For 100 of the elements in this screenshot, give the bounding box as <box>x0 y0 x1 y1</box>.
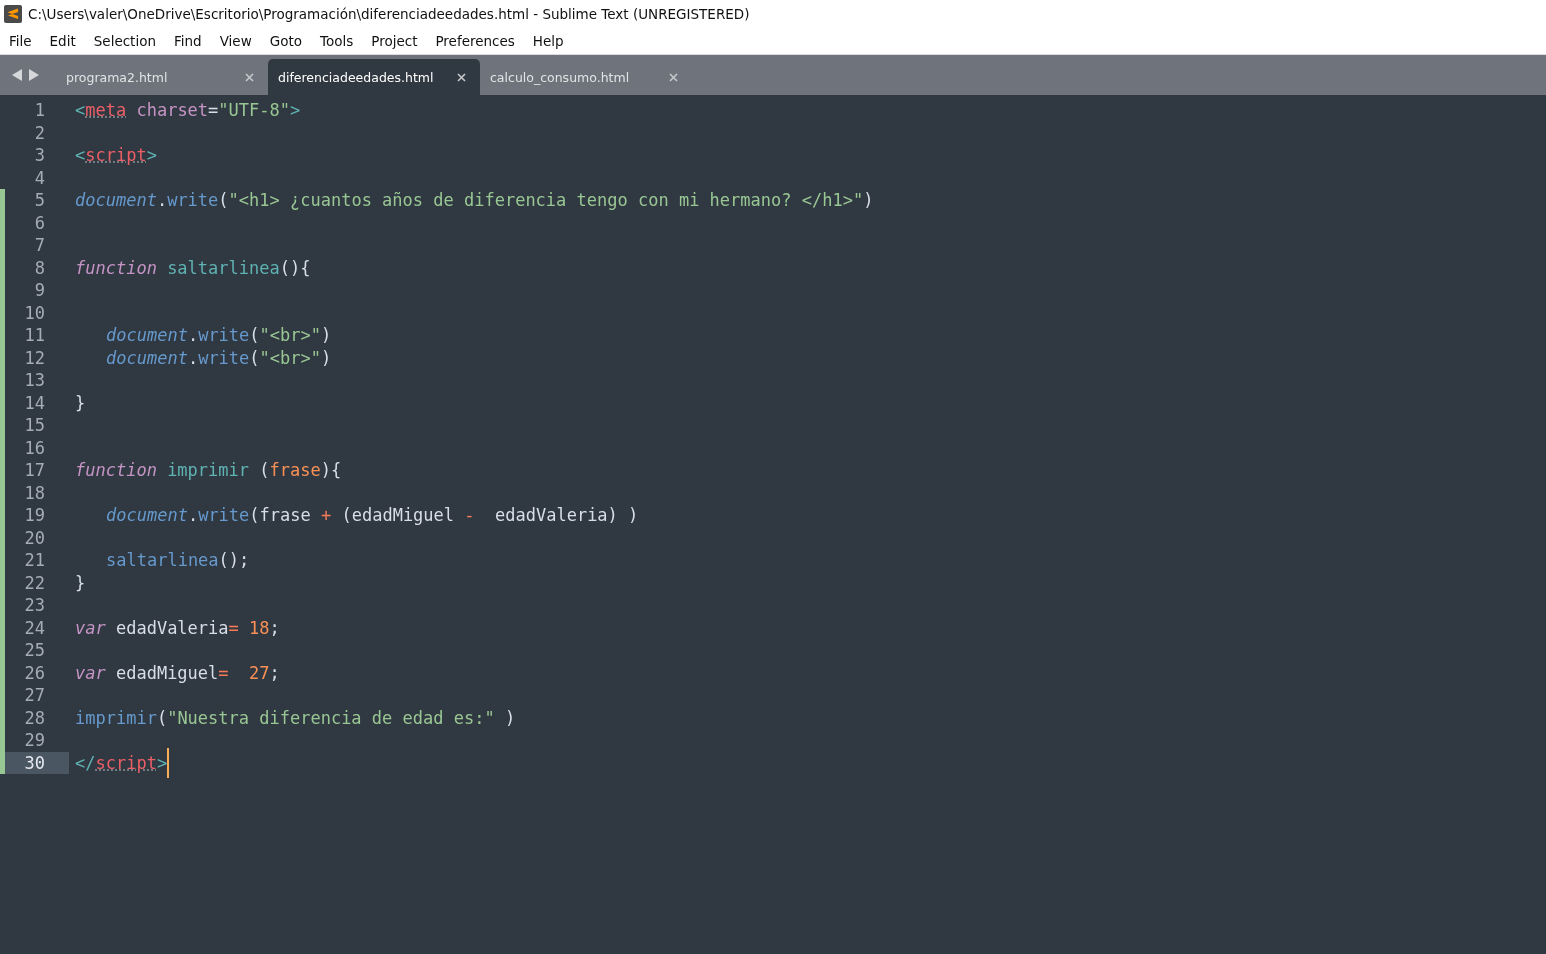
code-token: imprimir <box>166 459 249 482</box>
editor-tab[interactable]: programa2.html <box>56 59 268 95</box>
code-token: script <box>95 751 157 774</box>
line-number: 1 <box>33 99 46 122</box>
code-token: ( <box>156 706 168 729</box>
code-token: 18 <box>248 616 270 639</box>
code-token: edadValeria) ) <box>494 504 639 527</box>
text-cursor <box>167 747 170 778</box>
code-token: ( <box>218 189 229 212</box>
code-token: . <box>187 504 199 527</box>
line-number: 2 <box>33 121 46 144</box>
code-token: > <box>156 751 168 774</box>
window-title: C:\Users\valer\OneDrive\Escritorio\Programación\diferenciadeedades.html - Sublime Text (UNREGISTERED) <box>28 6 750 22</box>
code-token: document <box>106 504 188 527</box>
code-token: ; <box>269 616 280 639</box>
code-token: edadValeria <box>114 616 229 639</box>
line-number: 11 <box>23 324 46 347</box>
code-token: + <box>321 504 332 527</box>
menu-item[interactable]: Edit <box>49 33 76 49</box>
code-token: (){ <box>279 256 311 279</box>
line-number: 6 <box>33 211 46 234</box>
code-token: write <box>198 324 250 347</box>
code-token: document <box>106 324 188 347</box>
line-number: 22 <box>23 571 46 594</box>
code-token: ( <box>249 346 260 369</box>
line-number: 10 <box>23 301 46 324</box>
code-token: < <box>75 144 86 167</box>
code-token: > <box>146 144 157 167</box>
code-token: } <box>75 391 86 414</box>
menu-item[interactable]: Selection <box>93 33 156 49</box>
code-token: </ <box>75 751 96 774</box>
line-number: 25 <box>23 639 46 662</box>
code-token: = <box>208 99 219 122</box>
code-token: function <box>75 459 157 482</box>
line-number: 3 <box>33 144 46 167</box>
line-number: 15 <box>23 414 46 437</box>
line-number: 26 <box>23 661 46 684</box>
code-token: document <box>106 346 188 369</box>
line-number: 24 <box>23 616 46 639</box>
code-token: > <box>290 99 301 122</box>
code-token: "<h1> ¿cuantos años de diferencia tengo con mi hermano? </h1>" <box>228 189 864 212</box>
menu-item[interactable]: Preferences <box>435 33 515 49</box>
close-icon[interactable] <box>457 72 466 82</box>
editor-tab[interactable]: calculo_consumo.html <box>480 59 692 95</box>
line-number: 17 <box>23 459 46 482</box>
code-token: (edadMiguel <box>340 504 456 527</box>
code-token: . <box>156 189 168 212</box>
code-token: ) <box>503 706 516 729</box>
line-number: 8 <box>33 256 46 279</box>
menu-item[interactable]: Tools <box>319 33 354 49</box>
line-number: 20 <box>23 526 46 549</box>
line-number: 28 <box>23 706 46 729</box>
code-token: saltarlinea <box>106 549 219 572</box>
code-token: script <box>85 144 147 167</box>
line-number: 30 <box>5 751 69 774</box>
line-number: 19 <box>23 504 46 527</box>
line-number: 13 <box>23 369 46 392</box>
editor-tab[interactable]: diferenciadeedades.html <box>268 59 480 95</box>
code-token: . <box>187 324 199 347</box>
code-token: - <box>464 504 475 527</box>
line-number: 21 <box>23 549 46 572</box>
code-token: edadMiguel <box>114 661 219 684</box>
line-number: 18 <box>23 481 46 504</box>
code-token: "<br>" <box>259 346 321 369</box>
line-number: 12 <box>23 346 46 369</box>
code-token: "<br>" <box>259 324 321 347</box>
code-token: imprimir <box>75 706 157 729</box>
code-token: var <box>75 661 106 684</box>
code-token: "Nuestra diferencia de edad es:" <box>167 706 495 729</box>
code-token: ) <box>321 324 332 347</box>
line-number: 7 <box>33 234 46 257</box>
menu-item[interactable]: Project <box>371 33 418 49</box>
code-token: } <box>75 571 86 594</box>
line-number: 29 <box>23 729 46 752</box>
code-token: document <box>75 189 157 212</box>
line-number: 14 <box>23 391 46 414</box>
menu-item[interactable]: File <box>9 33 32 49</box>
code-token: ( <box>249 324 260 347</box>
code-token: write <box>198 504 250 527</box>
code-token: = <box>218 661 229 684</box>
line-number: 16 <box>23 436 46 459</box>
code-token: ( <box>258 459 270 482</box>
code-token: ; <box>269 661 280 684</box>
code-token: saltarlinea <box>166 256 280 279</box>
menu-item[interactable]: View <box>219 33 252 49</box>
code-token: function <box>75 256 157 279</box>
next-tab-icon[interactable] <box>29 69 39 81</box>
code-token: 27 <box>248 661 270 684</box>
previous-tab-icon[interactable] <box>12 69 22 81</box>
code-token: write <box>198 346 250 369</box>
code-token: (frase <box>249 504 312 527</box>
code-token: charset <box>135 99 209 122</box>
line-number: 4 <box>33 166 46 189</box>
line-number: 23 <box>23 594 46 617</box>
code-token: frase <box>269 459 321 482</box>
menu-item[interactable]: Help <box>532 33 564 49</box>
code-token: ) <box>863 189 874 212</box>
menu-item[interactable]: Find <box>173 33 202 49</box>
menu-item[interactable]: Goto <box>269 33 302 49</box>
code-token: < <box>75 99 86 122</box>
